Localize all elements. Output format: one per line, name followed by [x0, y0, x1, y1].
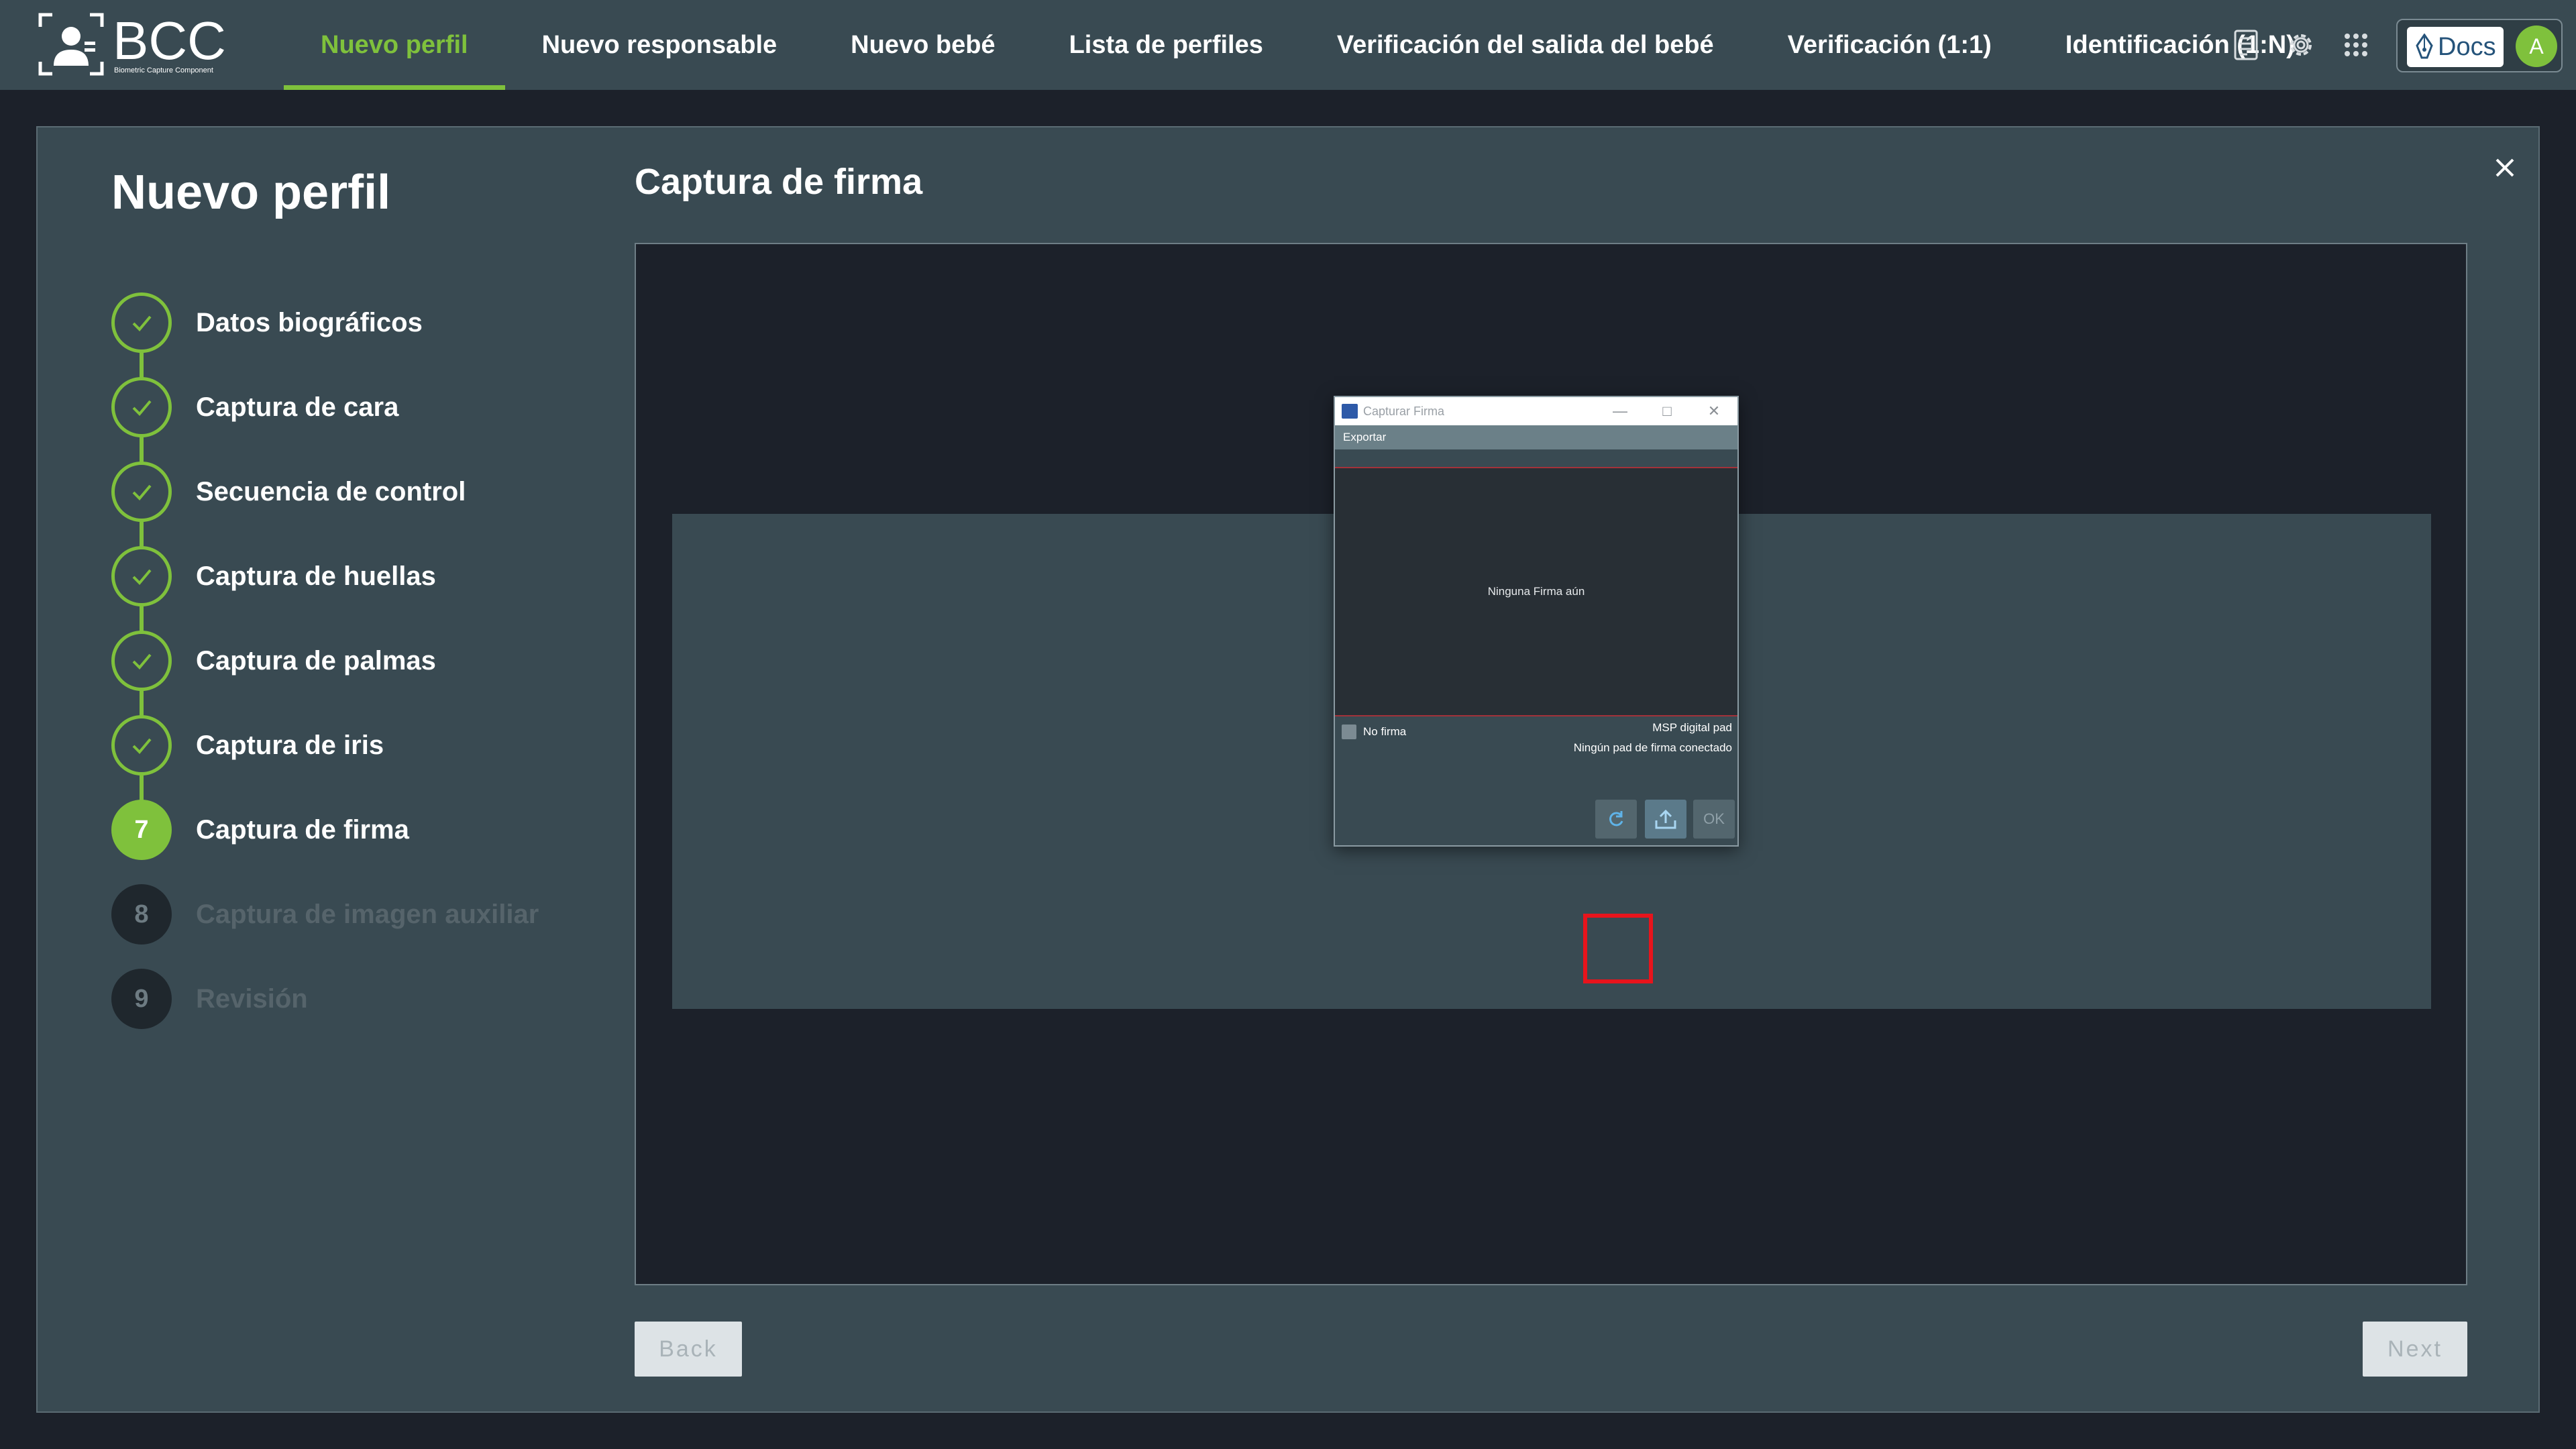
pen-nib-icon	[2416, 34, 2433, 59]
check-icon	[111, 631, 172, 691]
no-signature-checkbox[interactable]: No firma	[1342, 724, 1406, 739]
toolbar-icons	[2227, 23, 2375, 67]
section-title: Captura de firma	[635, 162, 923, 202]
close-icon[interactable]: ✕	[1690, 397, 1737, 425]
next-button[interactable]: Next	[2363, 1322, 2467, 1377]
app-icon	[1342, 404, 1358, 419]
step-captura-de-imagen-auxiliar: 8 Captura de imagen auxiliar	[111, 884, 539, 945]
close-icon[interactable]	[2479, 142, 2530, 193]
step-label: Datos biográficos	[196, 307, 423, 337]
upload-button[interactable]	[1645, 800, 1686, 839]
check-icon	[111, 292, 172, 353]
refresh-button[interactable]	[1595, 800, 1637, 839]
capture-signature-dialog: Capturar Firma — □ ✕ Exportar Ninguna Fi…	[1334, 396, 1739, 847]
step-number: 9	[111, 969, 172, 1029]
back-button[interactable]: Back	[635, 1322, 742, 1377]
upload-icon	[1655, 809, 1676, 829]
refresh-icon	[1609, 811, 1623, 826]
device-info: MSP digital pad Ningún pad de firma cone…	[1574, 718, 1732, 758]
ok-button[interactable]: OK	[1693, 800, 1735, 839]
step-label: Captura de palmas	[196, 645, 436, 676]
docs-and-user-box: Docs A	[2396, 19, 2563, 72]
step-captura-de-huellas[interactable]: Captura de huellas	[111, 546, 436, 606]
logo-subtitle: Biometric Capture Component	[114, 66, 213, 74]
document-list-icon[interactable]	[2227, 23, 2265, 67]
step-captura-de-firma[interactable]: 7 Captura de firma	[111, 800, 409, 860]
refresh-button-highlight	[1583, 914, 1653, 983]
step-label: Captura de cara	[196, 392, 399, 422]
canvas-message: Ninguna Firma aún	[1487, 585, 1585, 598]
dialog-title: Capturar Firma	[1363, 404, 1445, 418]
check-icon	[111, 377, 172, 437]
nav-verificacion-salida-bebe[interactable]: Verificación del salida del bebé	[1300, 0, 1751, 90]
step-number: 8	[111, 884, 172, 945]
signature-capture-area: Capturar Firma — □ ✕ Exportar Ninguna Fi…	[635, 243, 2467, 1285]
main-nav: Nuevo perfil Nuevo responsable Nuevo beb…	[284, 0, 2332, 90]
step-label: Captura de imagen auxiliar	[196, 899, 539, 929]
step-datos-biograficos[interactable]: Datos biográficos	[111, 292, 423, 353]
step-label: Captura de iris	[196, 730, 384, 760]
logo-text: BCC	[113, 12, 226, 70]
nav-nuevo-bebe[interactable]: Nuevo bebé	[814, 0, 1032, 90]
step-revision: 9 Revisión	[111, 969, 308, 1029]
step-label: Secuencia de control	[196, 476, 466, 506]
nav-nuevo-perfil[interactable]: Nuevo perfil	[284, 0, 505, 90]
maximize-icon[interactable]: □	[1644, 397, 1690, 425]
device-name: MSP digital pad	[1652, 721, 1732, 734]
menu-exportar[interactable]: Exportar	[1343, 431, 1386, 444]
step-secuencia-de-control[interactable]: Secuencia de control	[111, 462, 466, 522]
wizard-title: Nuevo perfil	[111, 166, 391, 219]
wizard-panel: Nuevo perfil Datos biográficos Captura d…	[36, 126, 2540, 1413]
gear-icon[interactable]	[2282, 23, 2320, 67]
signature-canvas[interactable]: Ninguna Firma aún	[1335, 467, 1737, 716]
apps-grid-icon[interactable]	[2337, 23, 2375, 67]
step-label: Revisión	[196, 983, 308, 1014]
docs-button[interactable]: Docs	[2407, 27, 2504, 67]
bcc-logo[interactable]: BCC Biometric Capture Component	[38, 12, 246, 76]
nav-lista-de-perfiles[interactable]: Lista de perfiles	[1032, 0, 1300, 90]
dialog-titlebar: Capturar Firma — □ ✕	[1335, 397, 1737, 425]
check-icon	[111, 546, 172, 606]
check-icon	[111, 715, 172, 775]
check-icon	[111, 462, 172, 522]
step-captura-de-cara[interactable]: Captura de cara	[111, 377, 398, 437]
no-signature-label: No firma	[1363, 725, 1407, 738]
step-label: Captura de huellas	[196, 561, 436, 591]
step-captura-de-iris[interactable]: Captura de iris	[111, 715, 384, 775]
nav-verificacion-1-1[interactable]: Verificación (1:1)	[1751, 0, 2029, 90]
user-avatar[interactable]: A	[2516, 25, 2557, 67]
checkbox-box[interactable]	[1342, 724, 1356, 739]
nav-nuevo-responsable[interactable]: Nuevo responsable	[505, 0, 814, 90]
top-navigation-bar: BCC Biometric Capture Component Nuevo pe…	[0, 0, 2576, 90]
docs-label: Docs	[2438, 32, 2496, 61]
step-label: Captura de firma	[196, 814, 409, 845]
step-captura-de-palmas[interactable]: Captura de palmas	[111, 631, 436, 691]
step-number: 7	[111, 800, 172, 860]
device-status: Ningún pad de firma conectado	[1573, 741, 1732, 754]
dialog-menubar: Exportar	[1335, 425, 1737, 449]
minimize-icon[interactable]: —	[1597, 397, 1644, 425]
